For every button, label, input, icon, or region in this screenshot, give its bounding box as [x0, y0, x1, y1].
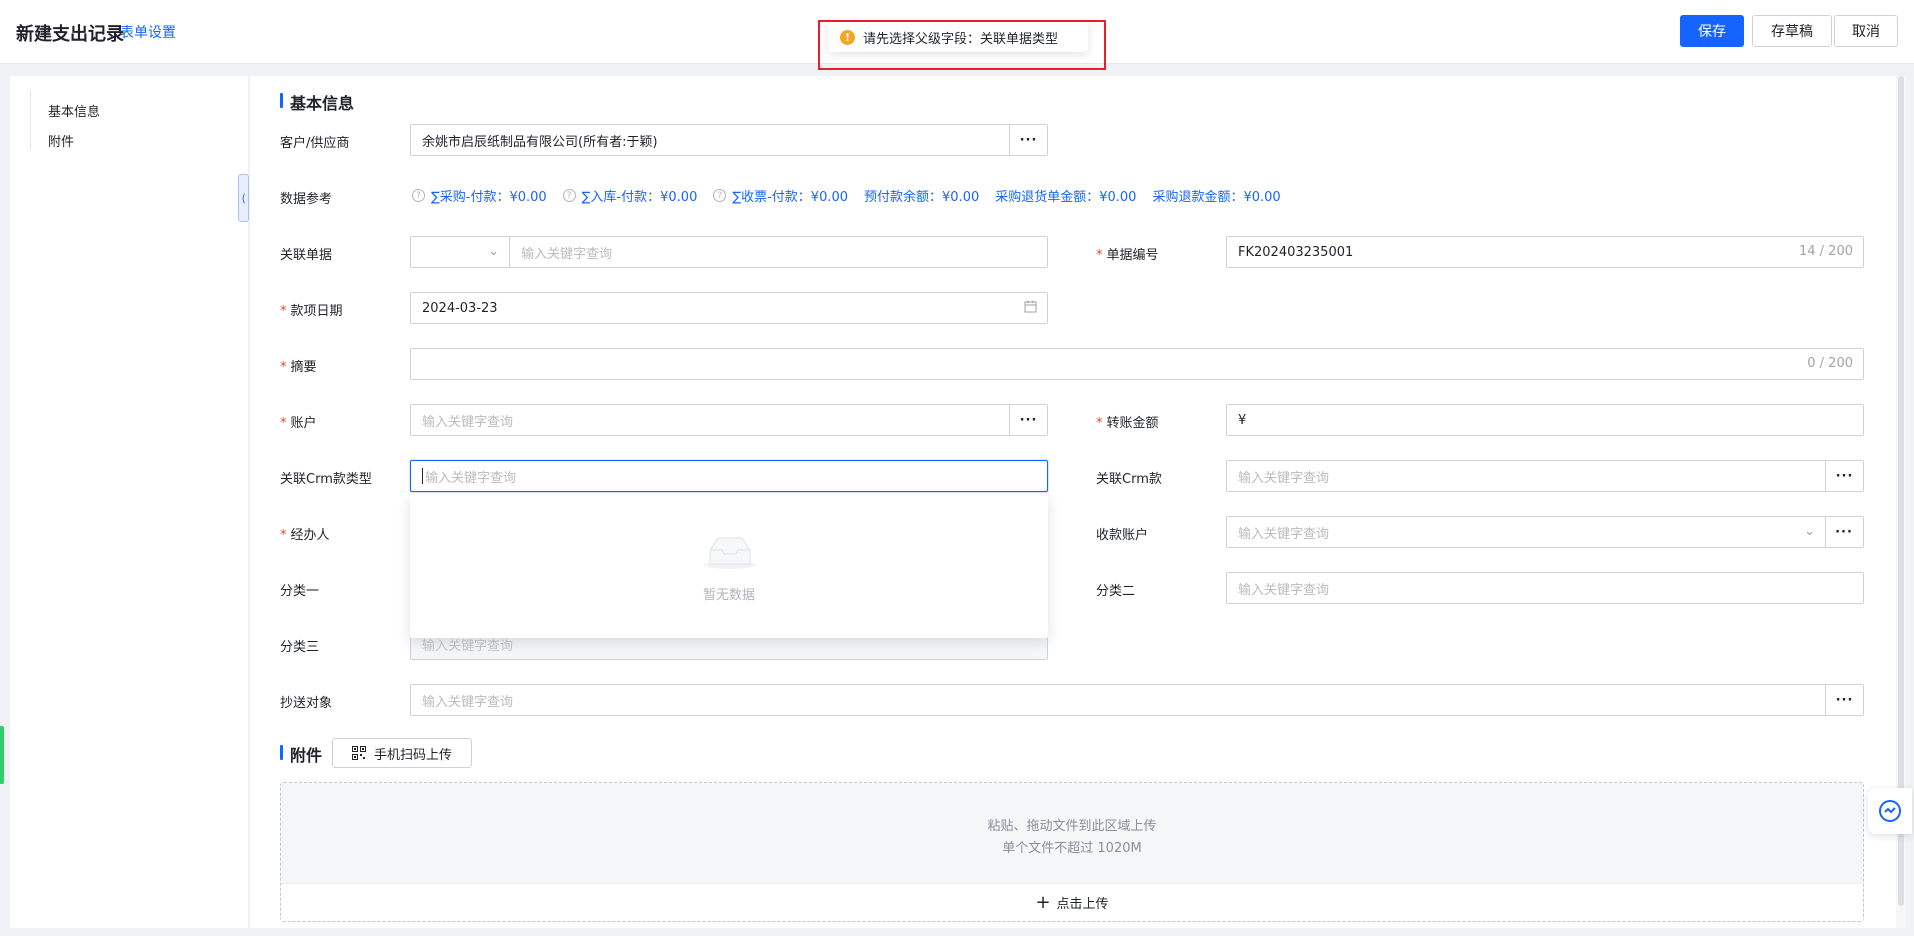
- receive-account-label: 收款账户: [1096, 528, 1149, 543]
- section-title-basic: 基本信息: [280, 90, 354, 114]
- click-upload-button[interactable]: + 点击上传: [281, 883, 1863, 921]
- data-ref-text[interactable]: 预付款余额：¥0.00: [864, 186, 979, 205]
- cc-input[interactable]: 输入关键字查询 ···: [410, 684, 1864, 716]
- text-cursor: [422, 468, 423, 484]
- cc-placeholder: 输入关键字查询: [422, 694, 514, 710]
- account-placeholder: 输入关键字查询: [422, 414, 514, 430]
- crm-label: 关联Crm款: [1096, 472, 1162, 487]
- help-icon[interactable]: ?: [562, 189, 576, 202]
- click-upload-label: 点击上传: [1056, 897, 1109, 912]
- doc-no-input[interactable]: FK202403235001 14 / 200: [1226, 236, 1864, 268]
- upload-dropzone[interactable]: 粘贴、拖动文件到此区域上传 单个文件不超过 1020M + 点击上传: [280, 782, 1864, 922]
- currency-prefix: ¥: [1238, 412, 1247, 428]
- customer-value: 余姚市启辰纸制品有限公司(所有者:于颖): [422, 134, 658, 150]
- scan-upload-button[interactable]: 手机扫码上传: [332, 738, 472, 768]
- nav-item-basic-info[interactable]: 基本信息: [48, 101, 100, 120]
- chevron-down-icon: ⌄: [1804, 524, 1815, 539]
- data-ref-item: 预付款余额：¥0.00: [864, 186, 979, 205]
- related-doc-type-select[interactable]: ⌄: [410, 236, 510, 268]
- receive-account-select[interactable]: 输入关键字查询 ⌄: [1226, 516, 1826, 548]
- warning-toast: ! 请先选择父级字段：关联单据类型: [828, 22, 1088, 52]
- collapse-sidebar-button[interactable]: ⟨: [238, 174, 249, 222]
- assistant-icon: [1879, 800, 1901, 822]
- date-label: * 款项日期: [280, 304, 343, 319]
- section-nav: 基本信息 附件: [10, 76, 248, 928]
- account-input[interactable]: 输入关键字查询 ···: [410, 404, 1048, 436]
- crm-type-dropdown: 暂无数据: [410, 494, 1048, 638]
- assistant-floating-button[interactable]: [1868, 788, 1912, 834]
- category-one-label: 分类一: [280, 584, 320, 599]
- data-ref-item: ? ∑入库-付款：¥0.00: [562, 186, 698, 205]
- upload-size-limit: 单个文件不超过 1020M: [1002, 841, 1142, 856]
- doc-no-value: FK202403235001: [1238, 244, 1354, 260]
- account-label: * 账户: [280, 416, 317, 431]
- receive-account-more-button[interactable]: ···: [1825, 516, 1864, 548]
- toast-message: 请先选择父级字段：关联单据类型: [863, 31, 1059, 47]
- crm-type-input[interactable]: 输入关键字查询: [410, 460, 1048, 492]
- cc-more-button[interactable]: ···: [1825, 685, 1863, 715]
- page-title: 新建支出记录: [16, 24, 124, 45]
- empty-text: 暂无数据: [702, 588, 755, 603]
- summary-counter: 0 / 200: [1807, 356, 1853, 371]
- nav-rail: [30, 90, 31, 150]
- data-ref-item: 采购退款金额：¥0.00: [1152, 186, 1280, 205]
- doc-no-label: * 单据编号: [1096, 248, 1159, 263]
- qr-code-icon: [351, 746, 366, 760]
- data-ref-text[interactable]: ∑收票-付款：¥0.00: [732, 186, 848, 205]
- amount-label: * 转账金额: [1096, 416, 1159, 431]
- data-ref-item: ? ∑采购-付款：¥0.00: [412, 186, 547, 205]
- summary-label: * 摘要: [280, 360, 317, 375]
- customer-label: 客户/供应商: [280, 136, 350, 151]
- more-icon: ···: [1835, 524, 1853, 540]
- data-ref-label: 数据参考: [280, 192, 333, 207]
- help-icon[interactable]: ?: [412, 189, 425, 202]
- empty-box-icon: [704, 537, 756, 569]
- data-ref-text[interactable]: 采购退货单金额：¥0.00: [995, 186, 1136, 205]
- doc-no-counter: 14 / 200: [1799, 244, 1853, 259]
- account-more-button[interactable]: ···: [1009, 405, 1047, 435]
- related-doc-label: 关联单据: [280, 248, 333, 263]
- upload-hint: 粘贴、拖动文件到此区域上传: [987, 819, 1157, 834]
- date-picker[interactable]: 2024-03-23: [410, 292, 1048, 324]
- cancel-button[interactable]: 取消: [1834, 15, 1898, 47]
- crm-type-placeholder: 输入关键字查询: [425, 470, 517, 486]
- help-icon[interactable]: ?: [713, 189, 727, 202]
- category-three-label: 分类三: [280, 640, 320, 655]
- save-draft-button[interactable]: 存草稿: [1752, 15, 1832, 47]
- data-ref-text[interactable]: ∑采购-付款：¥0.00: [431, 186, 547, 205]
- category-two-label: 分类二: [1096, 584, 1136, 599]
- summary-input[interactable]: 0 / 200: [410, 348, 1864, 380]
- left-edge-tab[interactable]: [0, 726, 4, 784]
- customer-more-button[interactable]: ···: [1009, 125, 1047, 155]
- category-two-input[interactable]: 输入关键字查询: [1226, 572, 1864, 604]
- save-button[interactable]: 保存: [1680, 15, 1744, 47]
- handler-label: * 经办人: [280, 528, 330, 543]
- form-settings-link[interactable]: 表单设置: [120, 22, 176, 42]
- crm-input[interactable]: 输入关键字查询 ···: [1226, 460, 1864, 492]
- crm-type-label: 关联Crm款类型: [280, 472, 372, 487]
- scrollbar-thumb[interactable]: [1898, 76, 1904, 906]
- data-ref-text[interactable]: ∑入库-付款：¥0.00: [582, 186, 698, 205]
- amount-input[interactable]: ¥: [1226, 404, 1864, 436]
- related-doc-input[interactable]: 输入关键字查询: [509, 236, 1048, 268]
- date-value: 2024-03-23: [422, 300, 498, 316]
- cc-label: 抄送对象: [280, 696, 333, 711]
- section-title-attachments: 附件: [280, 742, 322, 766]
- chevron-down-icon: ⌄: [488, 244, 499, 259]
- calendar-icon[interactable]: [1024, 300, 1037, 317]
- crm-more-button[interactable]: ···: [1825, 461, 1863, 491]
- warning-icon: !: [840, 29, 855, 45]
- data-ref-item: 采购退货单金额：¥0.00: [995, 186, 1136, 205]
- data-ref-item: ? ∑收票-付款：¥0.00: [713, 186, 848, 205]
- data-ref-text[interactable]: 采购退款金额：¥0.00: [1152, 186, 1280, 205]
- receive-account-placeholder: 输入关键字查询: [1238, 526, 1330, 542]
- data-ref-list: ? ∑采购-付款：¥0.00 ? ∑入库-付款：¥0.00 ? ∑收票-付款：¥0.0…: [412, 186, 1297, 205]
- scan-upload-label: 手机扫码上传: [373, 747, 452, 763]
- customer-input[interactable]: 余姚市启辰纸制品有限公司(所有者:于颖) ···: [410, 124, 1048, 156]
- nav-item-attachments[interactable]: 附件: [48, 131, 74, 150]
- plus-icon: +: [1035, 892, 1051, 913]
- crm-placeholder: 输入关键字查询: [1238, 470, 1330, 486]
